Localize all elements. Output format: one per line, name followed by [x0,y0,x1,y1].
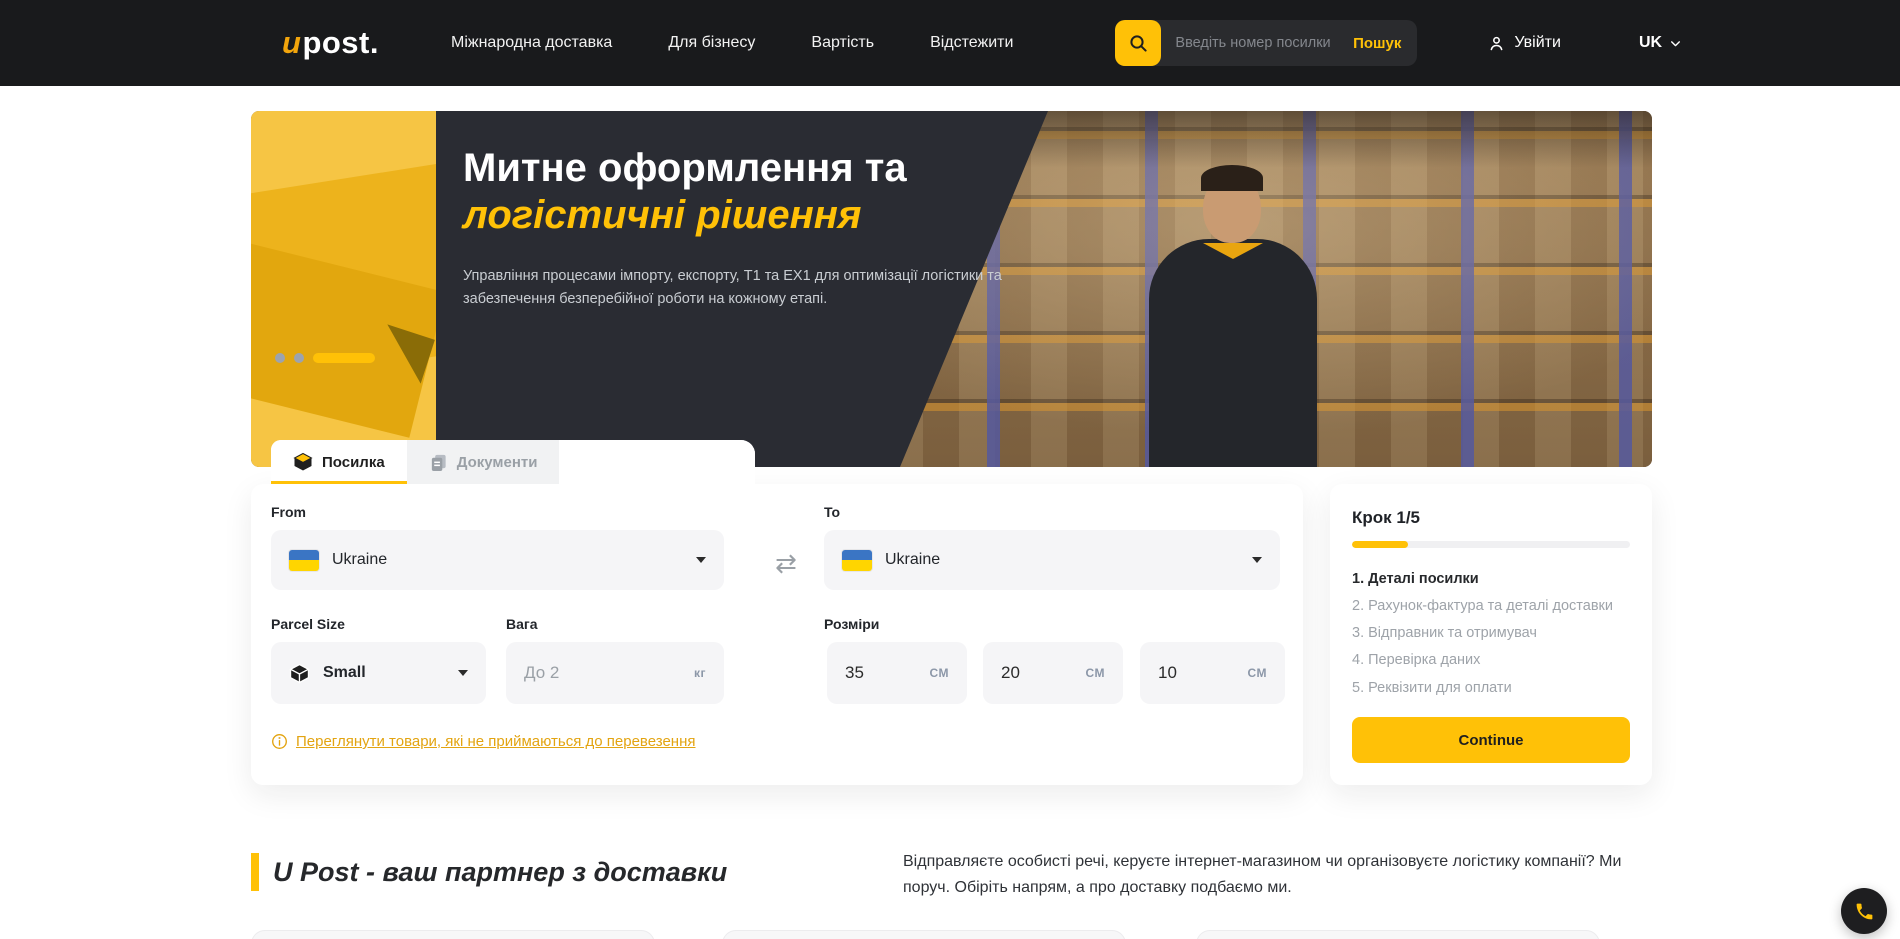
hero-text-block: Митне оформлення та логістичні рішення У… [463,145,1023,311]
top-navbar: upost. Міжнародна доставка Для бізнесу В… [0,0,1900,86]
contact-phone-button[interactable] [1841,888,1887,934]
continue-button[interactable]: Continue [1352,717,1630,763]
card-stub-1 [251,930,655,939]
step-item-4: 4. Перевірка даних [1352,651,1630,669]
checkout-steps-card: Крок 1/5 1. Деталі посилки 2. Рахунок-фа… [1330,484,1652,785]
to-country-value: Ukraine [885,551,940,569]
dimension-width-unit: СМ [1085,666,1105,680]
hero-description: Управління процесами імпорту, експорту, … [463,265,1008,311]
tracking-search: Пошук [1115,20,1417,66]
nav-item-pricing[interactable]: Вартість [811,34,874,52]
card-stub-2 [722,930,1126,939]
search-submit-button[interactable]: Пошук [1337,35,1417,52]
intro-text: Відправляєте особисті речі, керуєте інте… [903,849,1653,901]
tab-documents-label: Документи [457,454,538,471]
to-label: To [824,504,840,520]
dimension-width-field: СМ [983,642,1123,704]
tab-documents[interactable]: Документи [407,440,560,484]
carousel-dot-1[interactable] [275,353,285,363]
nav-item-track[interactable]: Відстежити [930,34,1013,52]
carousel-indicators [275,353,375,363]
swap-directions-button[interactable]: ⇄ [763,546,809,580]
caret-down-icon [696,557,706,563]
dimension-length-field: СМ [827,642,967,704]
card-stub-3 [1196,930,1600,939]
heading-accent-bar [251,853,259,891]
login-label: Увійти [1514,34,1561,52]
dimensions-label: Розміри [824,616,879,632]
parcel-size-value: Small [323,664,366,682]
weight-label: Вага [506,616,538,632]
search-input[interactable] [1175,35,1337,51]
step-item-1: 1. Деталі посилки [1352,570,1630,588]
parcel-size-label: Parcel Size [271,616,345,632]
weight-input[interactable] [524,663,594,683]
steps-list: 1. Деталі посилки 2. Рахунок-фактура та … [1352,570,1630,697]
tab-parcel-label: Посилка [322,454,385,471]
chevron-down-icon [1669,37,1682,50]
page: upost. Міжнародна доставка Для бізнесу В… [0,0,1900,939]
search-icon [1128,33,1149,54]
caret-down-icon [1252,557,1262,563]
phone-icon [1854,901,1875,922]
hero-banner: Митне оформлення та логістичні рішення У… [251,111,1652,467]
brand-logo[interactable]: upost. [282,25,379,61]
dimension-height-field: СМ [1140,642,1285,704]
logo-text: post. [302,25,379,60]
hero-title-line1: Митне оформлення та [463,145,1023,192]
tab-parcel[interactable]: Посилка [271,440,407,484]
weight-unit-label: кг [694,666,706,680]
nav-item-international-delivery[interactable]: Міжнародна доставка [451,34,612,52]
logo-accent: u [282,25,301,60]
caret-down-icon [458,670,468,676]
from-country-value: Ukraine [332,551,387,569]
parcel-box-icon [293,452,313,472]
restricted-items-link[interactable]: Переглянути товари, які не приймаються д… [296,733,696,750]
nav-item-for-business[interactable]: Для бізнесу [668,34,755,52]
info-icon [271,733,288,750]
intro-title: U Post - ваш партнер з доставки [273,857,727,888]
step-item-2: 2. Рахунок-фактура та деталі доставки [1352,597,1630,615]
shipment-type-tabs: Посилка Документи [271,440,755,484]
steps-title: Крок 1/5 [1352,508,1630,528]
to-country-select[interactable]: Ukraine [824,530,1280,590]
dimension-width-input[interactable] [1001,663,1053,683]
parcel-size-box-icon [289,663,310,684]
step-item-5: 5. Реквізити для оплати [1352,679,1630,697]
user-icon [1487,34,1506,53]
login-button[interactable]: Увійти [1487,34,1561,53]
dimension-height-input[interactable] [1158,663,1210,683]
carousel-dot-2[interactable] [294,353,304,363]
restricted-items-link-row: Переглянути товари, які не приймаються д… [271,733,696,750]
dimension-length-unit: СМ [929,666,949,680]
from-label: From [271,504,306,520]
main-nav: Міжнародна доставка Для бізнесу Вартість… [451,34,1013,52]
parcel-form-card: From Ukraine ⇄ To Ukraine Parcel Size Sm… [251,484,1303,785]
steps-progress-track [1352,541,1630,548]
dimension-length-input[interactable] [845,663,897,683]
steps-progress-fill [1352,541,1408,548]
hero-title-line2: логістичні рішення [463,192,1023,239]
dimension-height-unit: СМ [1247,666,1267,680]
ukraine-flag-icon [842,550,872,571]
search-icon-button[interactable] [1115,20,1161,66]
step-item-3: 3. Відправник та отримувач [1352,624,1630,642]
ukraine-flag-icon [289,550,319,571]
language-selector[interactable]: UK [1639,34,1682,52]
weight-field: кг [506,642,724,704]
language-current: UK [1639,34,1662,52]
documents-icon [429,453,448,472]
carousel-dot-active[interactable] [313,353,375,363]
tabs-filler [559,440,755,484]
parcel-size-select[interactable]: Small [271,642,486,704]
from-country-select[interactable]: Ukraine [271,530,724,590]
intro-heading-block: U Post - ваш партнер з доставки [251,853,727,891]
